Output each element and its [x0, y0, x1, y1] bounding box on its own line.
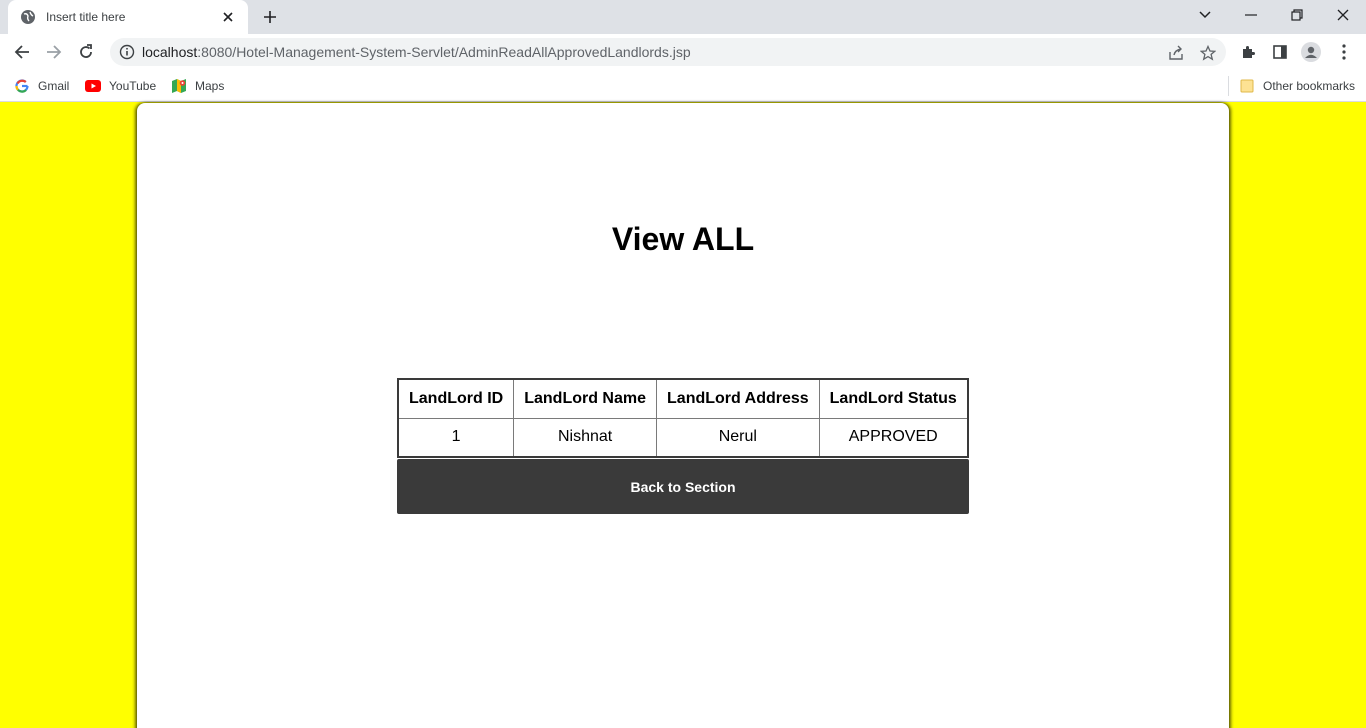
profile-avatar-icon[interactable] — [1301, 42, 1321, 62]
folder-icon — [1239, 78, 1255, 94]
bookmarks-separator — [1228, 76, 1229, 96]
extensions-puzzle-icon[interactable] — [1238, 42, 1258, 62]
bookmark-label: Maps — [195, 79, 225, 93]
bookmark-label: Gmail — [38, 79, 70, 93]
address-bar[interactable]: localhost:8080/Hotel-Management-System-S… — [110, 38, 1226, 66]
browser-toolbar: localhost:8080/Hotel-Management-System-S… — [0, 34, 1366, 70]
google-icon — [14, 78, 30, 94]
bookmark-label: YouTube — [109, 79, 157, 93]
close-window-icon[interactable] — [1320, 0, 1366, 30]
forward-arrow-icon[interactable] — [42, 40, 66, 64]
site-info-icon[interactable] — [119, 44, 135, 60]
maps-pin-icon — [171, 78, 187, 94]
page-title: View ALL — [611, 221, 755, 257]
minimize-icon[interactable] — [1228, 0, 1274, 30]
column-header-status: LandLord Status — [818, 378, 969, 419]
landlords-table: LandLord ID LandLord Name LandLord Addre… — [397, 378, 969, 458]
globe-icon — [20, 9, 36, 25]
share-icon[interactable] — [1167, 44, 1185, 62]
back-arrow-icon[interactable] — [10, 40, 34, 64]
tab-search-chevron-icon[interactable] — [1182, 0, 1228, 30]
bookmark-maps[interactable]: Maps — [171, 76, 224, 96]
table-header-row: LandLord ID LandLord Name LandLord Addre… — [397, 378, 969, 419]
bookmark-star-icon[interactable] — [1199, 44, 1217, 62]
column-header-address: LandLord Address — [656, 378, 820, 419]
table-row: 1 Nishnat Nerul APPROVED — [397, 417, 969, 458]
browser-tab[interactable]: Insert title here — [8, 0, 248, 34]
column-header-id: LandLord ID — [397, 378, 515, 419]
new-tab-icon[interactable] — [260, 7, 280, 27]
restore-icon[interactable] — [1274, 0, 1320, 30]
tab-title: Insert title here — [46, 10, 126, 24]
url-text: localhost:8080/Hotel-Management-System-S… — [142, 44, 691, 60]
column-header-name: LandLord Name — [513, 378, 658, 419]
cell-landlord-name: Nishnat — [513, 417, 658, 458]
tab-strip: Insert title here — [0, 0, 1366, 34]
cell-landlord-id: 1 — [397, 417, 515, 458]
youtube-icon — [85, 78, 101, 94]
bookmark-youtube[interactable]: YouTube — [85, 76, 156, 96]
cell-landlord-address: Nerul — [656, 417, 820, 458]
other-bookmarks-label: Other bookmarks — [1263, 79, 1356, 93]
content-card: View ALL LandLord ID LandLord Name LandL… — [137, 103, 1229, 728]
browser-menu-icon[interactable] — [1334, 42, 1354, 62]
bookmarks-bar: Gmail YouTube Maps Other bookmarks — [0, 70, 1366, 102]
back-to-section-button[interactable]: Back to Section — [397, 459, 969, 514]
bookmark-gmail[interactable]: Gmail — [14, 76, 69, 96]
other-bookmarks[interactable]: Other bookmarks — [1239, 76, 1355, 96]
close-tab-icon[interactable] — [220, 9, 236, 25]
reload-icon[interactable] — [74, 40, 98, 64]
cell-landlord-status: APPROVED — [818, 417, 969, 458]
side-panel-icon[interactable] — [1270, 42, 1290, 62]
